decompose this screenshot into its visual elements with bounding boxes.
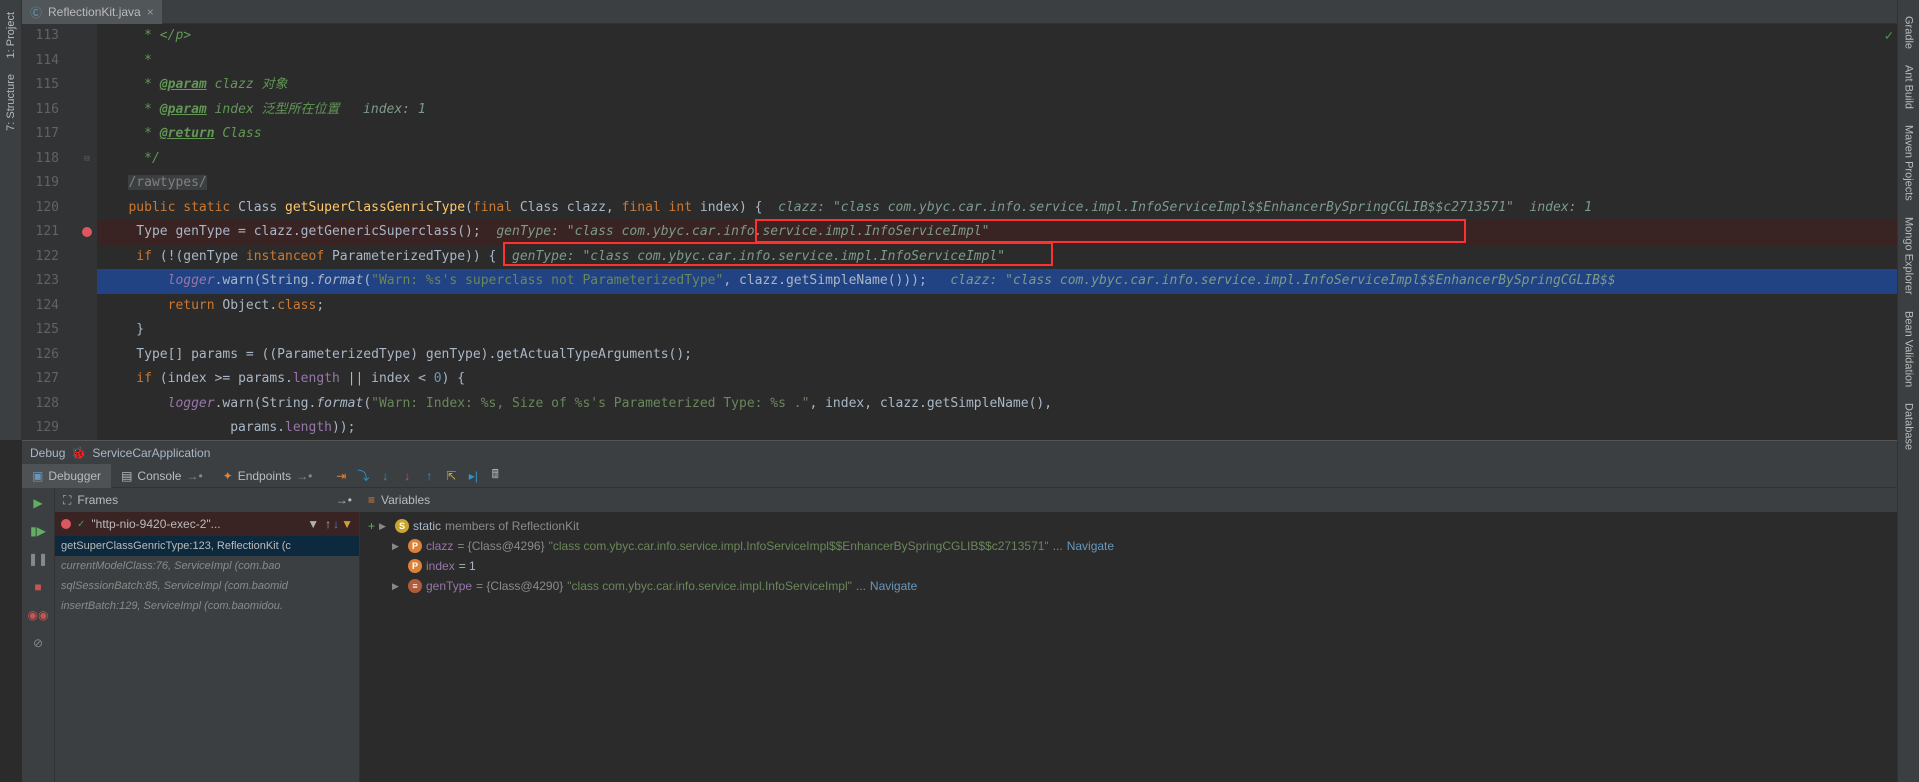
drop-frame-icon[interactable]: ⇱ xyxy=(442,467,460,485)
tab-endpoints[interactable]: ✦Endpoints→• xyxy=(213,464,323,488)
tool-maven[interactable]: Maven Projects xyxy=(1903,125,1915,201)
thread-check-icon: ✓ xyxy=(77,519,85,530)
step-into-icon[interactable]: ↓ xyxy=(376,467,394,485)
inspection-ok-icon: ✓ xyxy=(1885,28,1893,44)
tab-filename: ReflectionKit.java xyxy=(48,5,141,19)
frame-item-0[interactable]: getSuperClassGenricType:123, ReflectionK… xyxy=(55,536,359,556)
navigate-link[interactable]: Navigate xyxy=(1067,536,1114,556)
frame-item-1[interactable]: currentModelClass:76, ServiceImpl (com.b… xyxy=(55,556,359,576)
chevron-down-icon[interactable]: ▼ xyxy=(307,517,319,531)
left-tool-window: 1: Project 7: Structure xyxy=(0,0,22,440)
prev-frame-icon[interactable]: ↑ xyxy=(325,517,331,531)
resume-icon[interactable]: ▮▶ xyxy=(27,520,49,542)
evaluate-icon[interactable]: 🖩 xyxy=(486,467,504,485)
highlight-box-2 xyxy=(503,242,1053,266)
var-clazz[interactable]: ▶P clazz = {Class@4296} "class com.ybyc.… xyxy=(368,536,1889,556)
run-controls: ▶ ▮▶ ❚❚ ■ ◉◉ ⊘ xyxy=(22,488,55,782)
next-frame-icon[interactable]: ↓ xyxy=(333,517,339,531)
local-badge-icon: ≡ xyxy=(408,579,422,593)
editor-tab-bar: Ⓒ ReflectionKit.java × xyxy=(22,0,1897,24)
param-badge-icon: P xyxy=(408,559,422,573)
tool-gradle[interactable]: Gradle xyxy=(1903,16,1915,49)
tool-project[interactable]: 1: Project xyxy=(5,12,17,58)
breakpoint-icon[interactable] xyxy=(82,227,92,237)
static-badge-icon: S xyxy=(395,519,409,533)
frame-list: getSuperClassGenricType:123, ReflectionK… xyxy=(55,536,359,616)
variables-icon: ≡ xyxy=(368,493,375,507)
pause-icon[interactable]: ❚❚ xyxy=(27,548,49,570)
mute-breakpoints-icon[interactable]: ⊘ xyxy=(27,632,49,654)
var-gentype[interactable]: ▶≡ genType = {Class@4290} "class com.yby… xyxy=(368,576,1889,596)
run-cursor-icon[interactable]: ▸| xyxy=(464,467,482,485)
gutter-icons: ⊟ xyxy=(77,24,97,440)
tab-debugger[interactable]: ▣Debugger xyxy=(22,464,111,488)
frame-item-2[interactable]: sqlSessionBatch:85, ServiceImpl (com.bao… xyxy=(55,576,359,596)
force-step-icon[interactable]: ↓ xyxy=(398,467,416,485)
add-watch-icon[interactable]: + xyxy=(368,516,375,536)
frames-nav-icon[interactable]: →• xyxy=(336,493,352,507)
frame-item-3[interactable]: insertBatch:129, ServiceImpl (com.baomid… xyxy=(55,596,359,616)
fold-icon[interactable]: ⊟ xyxy=(84,154,89,164)
tab-console[interactable]: ▤Console→• xyxy=(111,464,213,488)
console-icon: ▤ xyxy=(121,469,132,483)
run-config-name: ServiceCarApplication xyxy=(92,446,210,460)
thread-selector[interactable]: ✓ "http-nio-9420-exec-2"... ▼ ↑ ↓ ▼ xyxy=(55,512,359,536)
frames-header: ⛶ Frames →• xyxy=(55,488,360,512)
right-tool-window: Gradle Ant Build Maven Projects Mongo Ex… xyxy=(1897,0,1919,782)
thread-bp-icon xyxy=(61,519,71,529)
step-toolbar: ⇥ ⤵ ↓ ↓ ↑ ⇱ ▸| 🖩 xyxy=(332,467,504,485)
variables-header: ≡ Variables xyxy=(360,488,1897,512)
endpoints-icon: ✦ xyxy=(223,469,233,483)
var-index[interactable]: ▶P index = 1 xyxy=(368,556,1889,576)
frames-panel: ✓ "http-nio-9420-exec-2"... ▼ ↑ ↓ ▼ getS… xyxy=(55,512,360,782)
debug-label: Debug xyxy=(30,446,65,460)
debug-tab-bar: ▣Debugger ▤Console→• ✦Endpoints→• ⇥ ⤵ ↓ … xyxy=(22,464,1897,488)
tool-ant[interactable]: Ant Build xyxy=(1903,65,1915,109)
view-breakpoints-icon[interactable]: ◉◉ xyxy=(27,604,49,626)
debugger-icon: ▣ xyxy=(32,469,43,483)
debug-header: Debug 🐞 ServiceCarApplication xyxy=(22,440,1897,464)
highlight-box-1 xyxy=(755,219,1466,243)
step-over-icon[interactable]: ⤵ xyxy=(354,467,372,485)
rerun-icon[interactable]: ▶ xyxy=(27,492,49,514)
variables-panel: ▦ ⛶ + ▶S static members of ReflectionKit… xyxy=(360,512,1897,782)
java-class-icon: Ⓒ xyxy=(30,4,42,21)
bug-icon: 🐞 xyxy=(71,446,86,460)
tab-reflectionkit[interactable]: Ⓒ ReflectionKit.java × xyxy=(22,0,162,24)
step-out-icon[interactable]: ↑ xyxy=(420,467,438,485)
close-icon[interactable]: × xyxy=(147,5,154,19)
var-static[interactable]: + ▶S static members of ReflectionKit xyxy=(368,516,1889,536)
show-exec-icon[interactable]: ⇥ xyxy=(332,467,350,485)
stop-icon[interactable]: ■ xyxy=(27,576,49,598)
navigate-link[interactable]: Navigate xyxy=(870,576,917,596)
code-editor[interactable]: 1131141151161171181191201211221231241251… xyxy=(22,24,1897,440)
tool-bean[interactable]: Bean Validation xyxy=(1903,311,1915,387)
frames-restore-icon[interactable]: ⛶ xyxy=(63,493,71,508)
filter-frames-icon[interactable]: ▼ xyxy=(341,517,353,531)
tool-database[interactable]: Database xyxy=(1903,403,1915,450)
param-badge-icon: P xyxy=(408,539,422,553)
tool-mongo[interactable]: Mongo Explorer xyxy=(1903,217,1915,295)
tool-structure[interactable]: 7: Structure xyxy=(5,74,17,131)
line-gutter: 1131141151161171181191201211221231241251… xyxy=(22,24,77,440)
